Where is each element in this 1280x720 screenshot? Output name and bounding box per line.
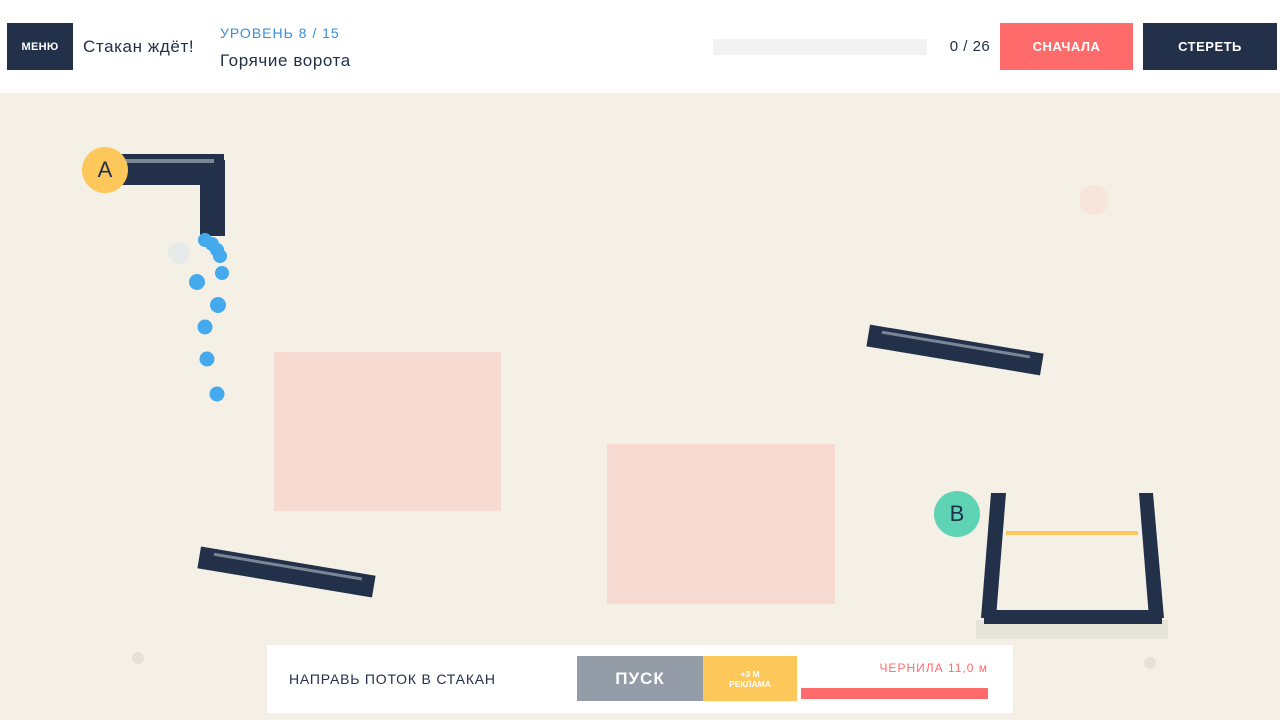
level-name: Горячие ворота — [220, 51, 351, 70]
water-drop — [215, 266, 229, 280]
water-drop — [213, 249, 227, 263]
instruction-text: НАПРАВЬ ПОТОК В СТАКАН — [289, 671, 496, 687]
play-field[interactable]: A B — [0, 93, 1280, 720]
bonus-ink-ad-button[interactable]: +3 М РЕКЛАМА — [703, 656, 797, 701]
water-drop — [197, 319, 213, 335]
water-stream — [189, 233, 229, 402]
platform-right — [866, 324, 1044, 376]
ad-bonus-label: +3 М — [740, 668, 760, 679]
control-panel: НАПРАВЬ ПОТОК В СТАКАН ПУСК +3 М РЕКЛАМА… — [267, 645, 1013, 713]
erase-button[interactable]: СТЕРЕТЬ — [1143, 23, 1277, 70]
cup-fill-line — [1006, 531, 1138, 535]
status-text: Стакан ждёт! — [83, 37, 195, 56]
decor-dot — [168, 242, 190, 264]
water-drop — [210, 297, 226, 313]
restart-button[interactable]: СНАЧАЛА — [1000, 23, 1133, 70]
play-button[interactable]: ПУСК — [577, 656, 703, 701]
decor-dot — [1144, 657, 1156, 669]
fill-progress-count: 0 / 26 — [949, 38, 991, 55]
water-drop — [189, 274, 205, 290]
heat-zone — [274, 352, 501, 511]
target-cup — [976, 493, 1168, 639]
platform-left — [197, 546, 376, 598]
top-bar: МЕНЮ Стакан ждёт! УРОВЕНЬ 8 / 15 Горячие… — [0, 0, 1280, 93]
fill-progress-bar — [713, 39, 927, 55]
decor-dot — [1079, 185, 1109, 215]
decor-dot — [132, 652, 144, 664]
target-marker-b: B — [934, 491, 980, 537]
menu-button[interactable]: МЕНЮ — [7, 23, 73, 70]
level-canvas[interactable] — [0, 93, 1280, 720]
heat-zone — [607, 444, 835, 604]
ink-meter — [801, 688, 988, 699]
ad-label: РЕКЛАМА — [729, 678, 771, 689]
water-drop — [199, 351, 215, 367]
water-drop — [209, 386, 225, 402]
ink-label: ЧЕРНИЛА 11,0 м — [879, 661, 988, 675]
source-marker-a: A — [82, 147, 128, 193]
level-number: УРОВЕНЬ 8 / 15 — [220, 25, 340, 41]
ink-meter-fill — [801, 688, 988, 699]
